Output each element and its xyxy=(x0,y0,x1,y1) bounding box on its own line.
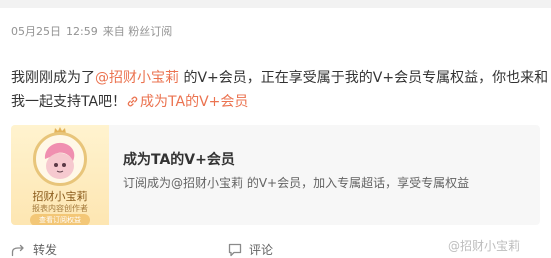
thumb-tag: 报表内容创作者 xyxy=(32,204,88,213)
repost-button[interactable]: 转发 xyxy=(11,241,57,258)
link-icon xyxy=(126,95,139,108)
card-thumbnail: 招财小宝莉 报表内容创作者 查看订阅权益 xyxy=(11,125,109,225)
repost-label: 转发 xyxy=(33,243,58,257)
comment-button[interactable]: 评论 xyxy=(228,241,273,258)
vplus-link[interactable]: 成为TA的V+会员 xyxy=(126,94,248,110)
post-text-line-2: 我一起支持TA吧！ 成为TA的V+会员 xyxy=(11,90,546,114)
post-text: 我刚刚成为了@招财小宝莉 的V+会员，正在享受属于我的V+会员专属权益，你也来和… xyxy=(11,66,549,114)
comment-icon xyxy=(228,243,242,257)
card-description: 订阅成为@招财小宝莉 的V+会员，加入专属超话，享受专属权益 xyxy=(123,176,470,190)
post-text-prefix: 我刚刚成为了 xyxy=(11,70,95,86)
membership-card[interactable]: 招财小宝莉 报表内容创作者 查看订阅权益 成为TA的V+会员 订阅成为@招财小宝… xyxy=(11,125,540,225)
post-source: 来自 粉丝订阅 xyxy=(102,25,173,38)
vplus-link-label: 成为TA的V+会员 xyxy=(140,94,249,110)
thumb-button: 查看订阅权益 xyxy=(30,214,90,225)
post-text-line2: 我一起支持TA吧！ xyxy=(11,94,127,110)
post-text-line-1: 我刚刚成为了@招财小宝莉 的V+会员，正在享受属于我的V+会员专属权益，你也来和 xyxy=(11,66,549,90)
avatar xyxy=(33,132,87,186)
watermark: @招财小宝莉 xyxy=(448,239,521,253)
comment-label: 评论 xyxy=(249,243,274,257)
user-mention-link[interactable]: @招财小宝莉 xyxy=(95,70,179,86)
post-text-middle: 的V+会员，正在享受属于我的V+会员专属权益，你也来和 xyxy=(179,70,549,86)
repost-icon xyxy=(11,244,24,257)
card-title: 成为TA的V+会员 xyxy=(123,152,235,168)
post-time[interactable]: 12:59 xyxy=(66,25,98,38)
post-date[interactable]: 05月25日 xyxy=(11,25,61,38)
feed-divider xyxy=(0,0,551,8)
thumb-name: 招财小宝莉 xyxy=(32,190,88,203)
post-meta: 05月25日 12:59 来自 粉丝订阅 xyxy=(11,23,177,39)
